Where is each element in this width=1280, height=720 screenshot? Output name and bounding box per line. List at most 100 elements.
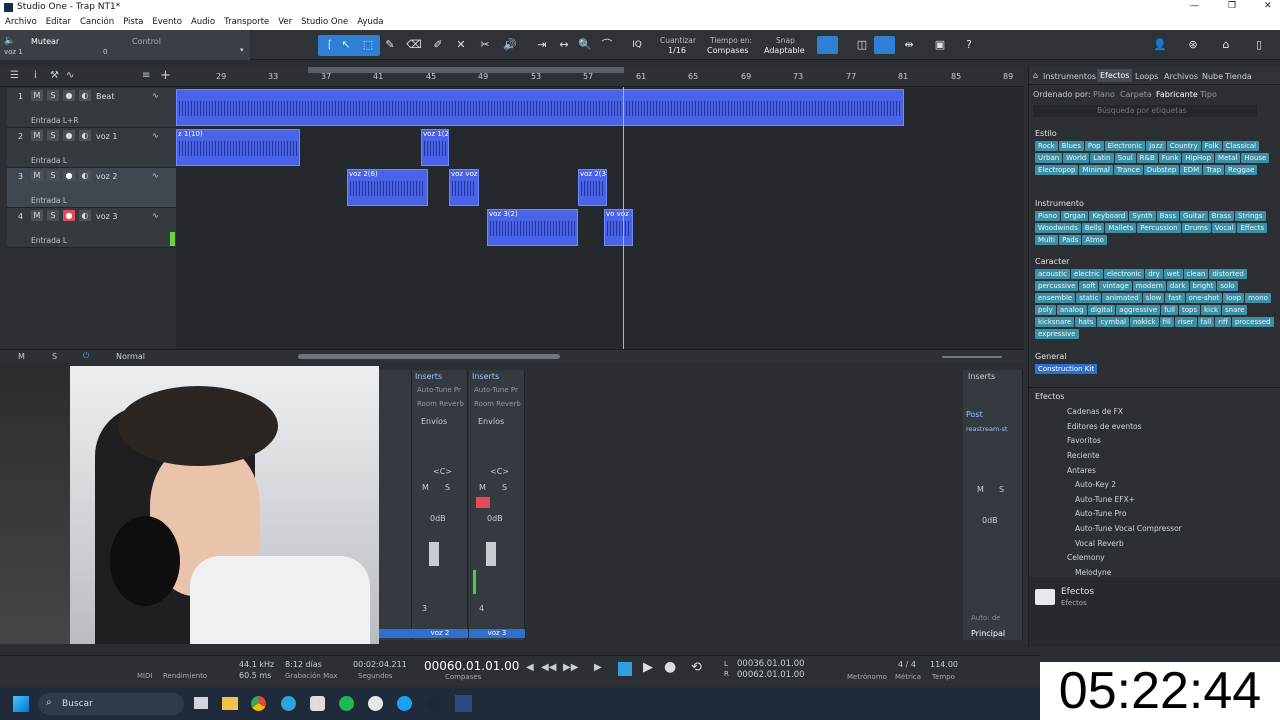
mute-button[interactable]: M bbox=[31, 170, 43, 181]
tag-caracter[interactable]: riser bbox=[1174, 317, 1197, 327]
clip-voz3-b[interactable]: vo voz 3 bbox=[604, 209, 633, 246]
track-row[interactable]: 2 M S ● ◐ voz 1 Entrada L ∿ bbox=[7, 128, 176, 168]
loop-start[interactable]: 00036.01.01.00 bbox=[737, 659, 805, 669]
add-track-icon[interactable]: + bbox=[160, 68, 171, 83]
arrow-tool-icon[interactable]: ↖ bbox=[336, 36, 356, 54]
record-button[interactable] bbox=[476, 497, 490, 508]
monitor-button[interactable]: ◐ bbox=[79, 130, 91, 141]
tag-caracter[interactable]: nokick bbox=[1129, 317, 1159, 327]
tree-item[interactable]: Editores de eventos bbox=[1067, 422, 1142, 431]
pan-value[interactable]: <C> bbox=[490, 467, 509, 476]
tree-item[interactable]: Cadenas de FX bbox=[1067, 407, 1123, 416]
solo-button[interactable]: S bbox=[502, 483, 507, 492]
stop-button[interactable] bbox=[618, 662, 632, 676]
tag-caracter[interactable]: bright bbox=[1189, 281, 1217, 291]
tag-caracter[interactable]: riff bbox=[1215, 317, 1231, 327]
volume-fader[interactable] bbox=[429, 542, 439, 566]
tag-instrumento[interactable]: Piano bbox=[1035, 211, 1061, 221]
tag-caracter[interactable]: hats bbox=[1075, 317, 1097, 327]
tag-caracter[interactable]: soft bbox=[1079, 281, 1099, 291]
solo-button[interactable]: S bbox=[47, 210, 59, 221]
autoscroll-toggle[interactable] bbox=[874, 36, 895, 54]
eraser-icon[interactable]: ⌫ bbox=[404, 36, 424, 54]
mute-button[interactable]: M bbox=[479, 483, 486, 492]
time-value[interactable]: Compases bbox=[707, 46, 749, 55]
sends-label[interactable]: Envíos bbox=[478, 417, 504, 426]
monitor-button[interactable]: ◐ bbox=[79, 210, 91, 221]
tab-tienda[interactable]: Tienda bbox=[1225, 72, 1252, 81]
tag-instrumento[interactable]: Keyboard bbox=[1089, 211, 1129, 221]
clip-voz3[interactable]: voz 3(2) bbox=[487, 209, 578, 246]
tag-estilo[interactable]: Trap bbox=[1203, 165, 1225, 175]
tag-caracter[interactable]: cymbal bbox=[1097, 317, 1129, 327]
zoom-slider[interactable] bbox=[942, 356, 1002, 358]
tree-item[interactable]: Auto-Key 2 bbox=[1075, 480, 1116, 489]
loop-end[interactable]: 00062.01.01.00 bbox=[737, 670, 805, 680]
pencil-icon[interactable]: ✎ bbox=[380, 36, 400, 54]
solo-button[interactable]: S bbox=[47, 170, 59, 181]
track-row[interactable]: 1 M S ● ◐ Beat Entrada L+R ∿ bbox=[7, 88, 176, 128]
tag-estilo[interactable]: House bbox=[1241, 153, 1270, 163]
track-name[interactable]: voz 1 bbox=[96, 132, 117, 141]
tag-estilo[interactable]: HipHop bbox=[1182, 153, 1215, 163]
tag-caracter[interactable]: fast bbox=[1165, 293, 1185, 303]
tag-estilo[interactable]: Minimal bbox=[1079, 165, 1113, 175]
tag-instrumento[interactable]: Atmo bbox=[1082, 235, 1107, 245]
track-row[interactable]: 4 M S ● ◐ voz 3 Entrada L ∿ bbox=[7, 208, 176, 248]
tag-caracter[interactable]: dry bbox=[1145, 269, 1163, 279]
quantize-value[interactable]: 1/16 bbox=[668, 46, 686, 55]
sort-tipo[interactable]: Tipo bbox=[1200, 90, 1217, 99]
tree-item[interactable]: Melodyne bbox=[1075, 568, 1111, 577]
tag-instrumento[interactable]: Guitar bbox=[1179, 211, 1208, 221]
tag-caracter[interactable]: aggressive bbox=[1116, 305, 1161, 315]
tag-caracter[interactable]: mono bbox=[1245, 293, 1271, 303]
mute-button[interactable]: M bbox=[31, 130, 43, 141]
listen-tool-icon[interactable]: 🔊 bbox=[500, 36, 520, 54]
telegram-icon[interactable] bbox=[281, 696, 296, 711]
zoom-icon[interactable]: 🔍 bbox=[575, 36, 595, 54]
tag-instrumento[interactable]: Percussion bbox=[1137, 223, 1181, 233]
clip-voz1-b[interactable]: voz 1(2 bbox=[421, 129, 449, 166]
tag-caracter[interactable]: acoustic bbox=[1035, 269, 1071, 279]
mute-button[interactable]: M bbox=[422, 483, 429, 492]
solo-button[interactable]: S bbox=[47, 90, 59, 101]
record-button[interactable]: ● bbox=[63, 130, 75, 141]
tag-instrumento[interactable]: Synth bbox=[1129, 211, 1156, 221]
tag-instrumento[interactable]: Mallets bbox=[1105, 223, 1137, 233]
automation-icon[interactable]: ∿ bbox=[66, 70, 74, 81]
clip-voz1[interactable]: z 1(10) bbox=[176, 129, 300, 166]
tag-caracter[interactable]: loop bbox=[1223, 293, 1245, 303]
tag-estilo[interactable]: Folk bbox=[1201, 141, 1222, 151]
iq-icon[interactable]: IQ bbox=[627, 36, 647, 54]
track-input[interactable]: Entrada L bbox=[31, 196, 67, 205]
help-icon[interactable]: ? bbox=[959, 36, 979, 54]
tag-estilo[interactable]: Country bbox=[1166, 141, 1201, 151]
tag-estilo[interactable]: EDM bbox=[1180, 165, 1203, 175]
tag-estilo[interactable]: Dubstep bbox=[1143, 165, 1180, 175]
wrench-icon[interactable]: ⚒ bbox=[50, 70, 59, 81]
tag-caracter[interactable]: poly bbox=[1035, 305, 1056, 315]
volume-fader[interactable] bbox=[486, 542, 496, 566]
menu-archivo[interactable]: Archivo bbox=[0, 15, 41, 27]
tag-estilo[interactable]: Funk bbox=[1158, 153, 1182, 163]
tree-item[interactable]: Favoritos bbox=[1067, 436, 1101, 445]
tag-caracter[interactable]: percussive bbox=[1035, 281, 1079, 291]
tag-instrumento[interactable]: Drums bbox=[1181, 223, 1211, 233]
monitor-button[interactable]: ◐ bbox=[79, 170, 91, 181]
auto-mode[interactable]: Auto: de bbox=[971, 614, 1001, 622]
chrome-icon[interactable] bbox=[251, 696, 266, 711]
tag-estilo[interactable]: Reggae bbox=[1225, 165, 1258, 175]
record-button[interactable]: ● bbox=[63, 170, 75, 181]
playhead[interactable] bbox=[623, 87, 624, 349]
timeline-ruler[interactable]: 29 33 37 41 45 49 53 57 61 65 69 73 77 8… bbox=[176, 67, 1024, 87]
track-name[interactable]: voz 2 bbox=[96, 172, 117, 181]
tempo-value[interactable]: 114.00 bbox=[930, 660, 958, 669]
track-input[interactable]: Entrada L bbox=[31, 236, 67, 245]
tab-efectos[interactable]: Efectos bbox=[1097, 69, 1133, 82]
skip-icon[interactable]: ⇥ bbox=[532, 36, 552, 54]
maximize-icon[interactable]: ❐ bbox=[1228, 1, 1236, 11]
record-button[interactable]: ● bbox=[63, 210, 75, 221]
info-icon[interactable]: i bbox=[34, 70, 37, 81]
sort-fabricante[interactable]: Fabricante bbox=[1156, 90, 1198, 99]
main-label[interactable]: Principal bbox=[971, 629, 1005, 638]
